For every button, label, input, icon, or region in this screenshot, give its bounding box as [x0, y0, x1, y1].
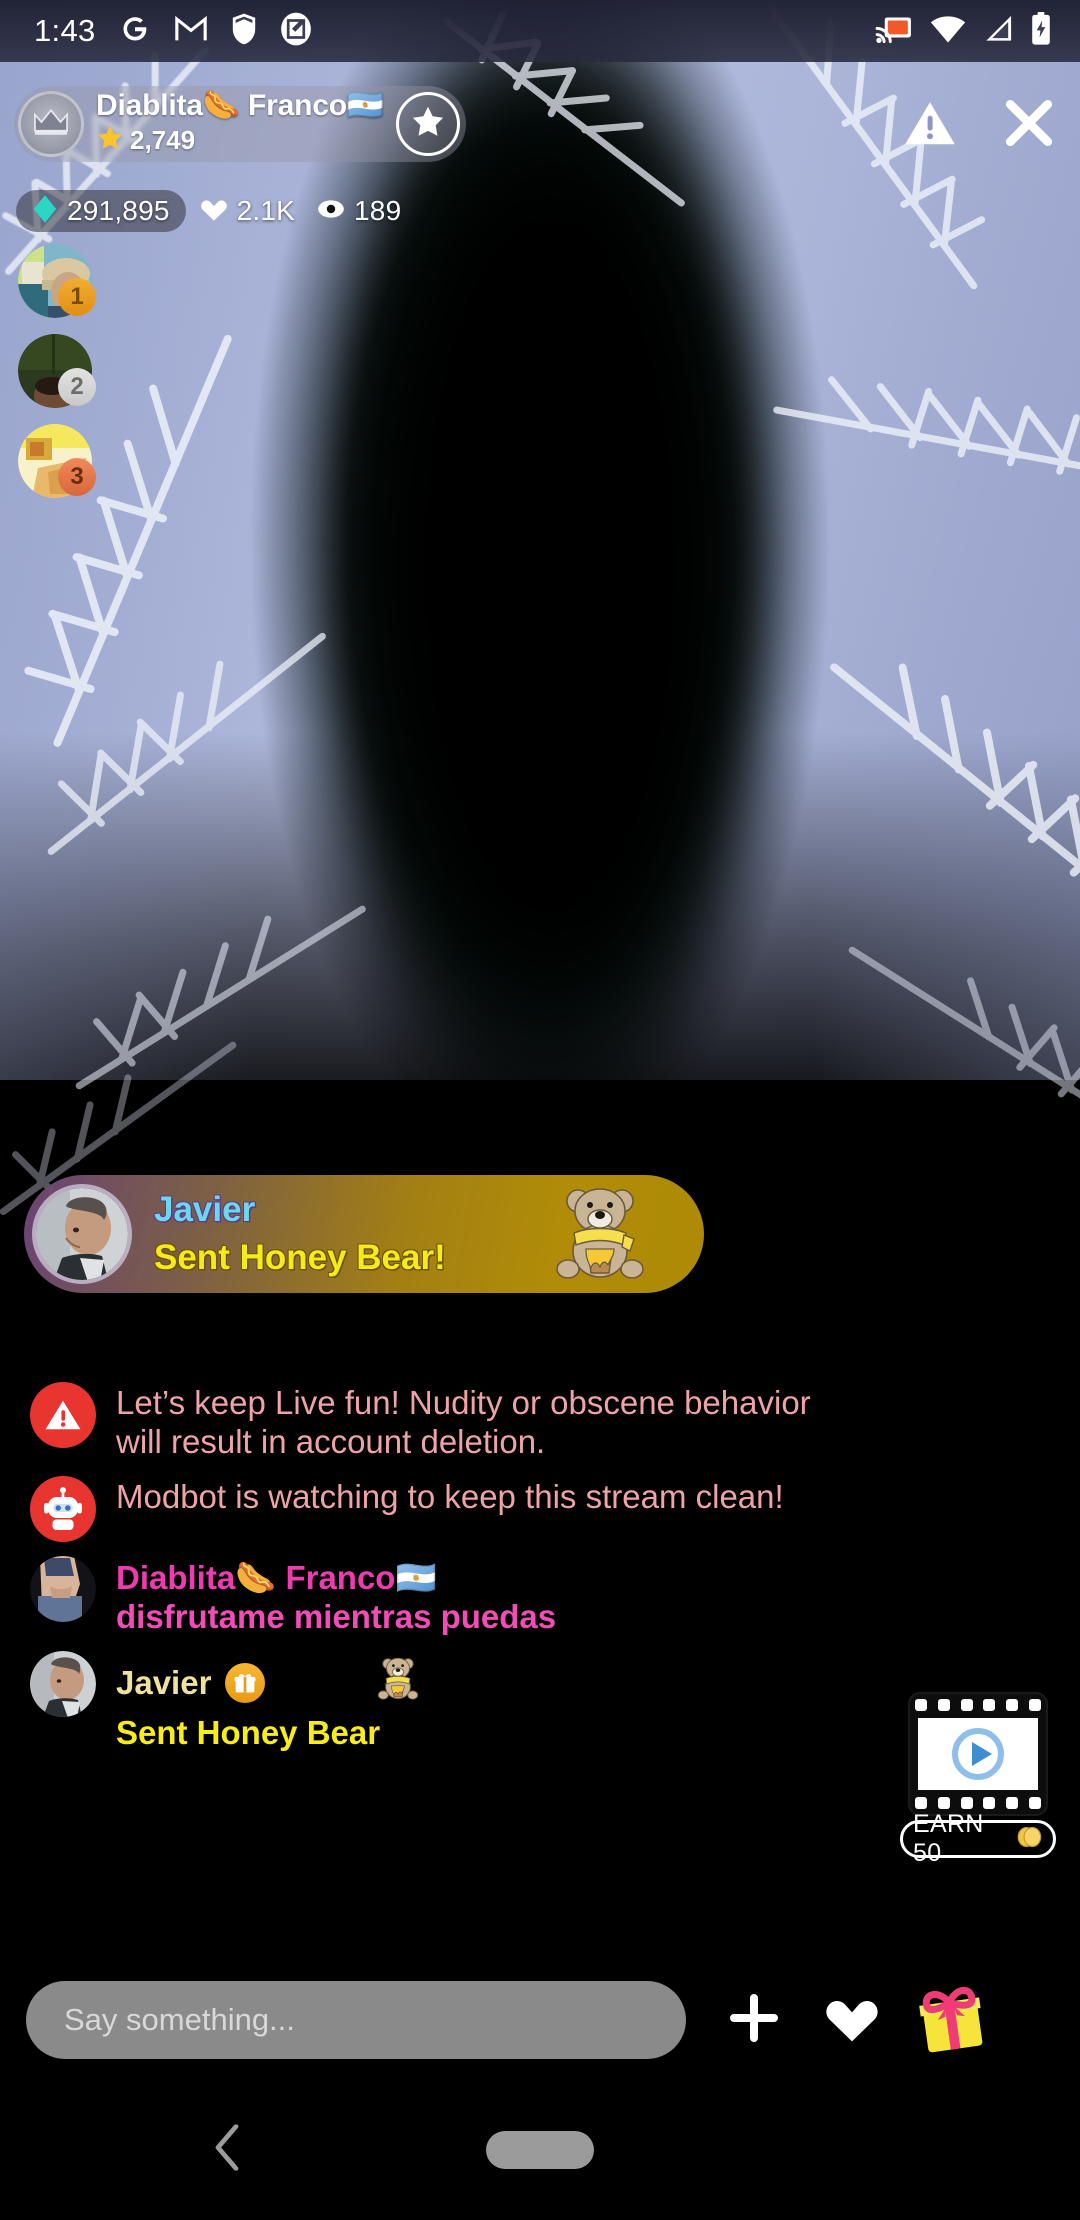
coin-icon [1017, 1826, 1043, 1853]
wifi-icon [930, 14, 966, 49]
film-perforations-bottom [910, 1792, 1046, 1814]
chat-body: Javier Sent Honey Bear [116, 1651, 421, 1754]
chat-username: Javier [116, 1664, 212, 1702]
host-avatar[interactable] [18, 91, 84, 157]
host-info-chip[interactable]: Diablita🌭 Franco🇦🇷 2,749 [14, 86, 467, 162]
chat-row[interactable]: Diablita🌭 Franco🇦🇷 disfrutame mientras p… [30, 1555, 910, 1637]
avatar [32, 1184, 132, 1284]
gmail-icon [174, 14, 208, 49]
gift-notification-banner[interactable]: Javier Sent Honey Bear! [24, 1175, 704, 1293]
status-bar-clock: 1:43 [34, 13, 96, 48]
host-star-row: 2,749 [96, 124, 384, 157]
plus-icon [726, 1990, 782, 2051]
earn-coins-button[interactable]: EARN 50 [900, 1810, 1056, 1867]
status-bar-right [874, 11, 1080, 51]
live-stream-screen: 1:43 Diablita🌭 Franco🇦🇷 2,749 291,895 2.… [0, 0, 1080, 2220]
follow-button[interactable] [396, 92, 461, 156]
earn-label: EARN 50 [913, 1810, 984, 1867]
like-button[interactable] [812, 1992, 892, 2049]
like-stat: 2.1K [200, 195, 295, 227]
chat-username-row: Javier [116, 1653, 421, 1712]
diamond-count: 291,895 [67, 195, 170, 226]
diamond-stat[interactable]: 291,895 [16, 190, 186, 232]
gift-banner-text: Javier Sent Honey Bear! [154, 1190, 446, 1278]
android-status-bar: 1:43 [0, 0, 1080, 62]
stream-stats: 291,895 2.1K 189 [16, 190, 401, 232]
chat-message-text: disfrutame mientras puedas [116, 1598, 557, 1636]
system-warning-text: Let’s keep Live fun! Nudity or obscene b… [116, 1384, 811, 1460]
warning-triangle-icon[interactable] [904, 99, 956, 152]
google-icon [118, 12, 152, 51]
avatar[interactable] [30, 1651, 96, 1718]
chat-body: Diablita🌭 Franco🇦🇷 disfrutame mientras p… [116, 1556, 556, 1637]
send-gift-button[interactable] [906, 1979, 998, 2062]
star-icon [96, 124, 124, 157]
status-bar-left: 1:43 [0, 12, 312, 51]
shield-icon [230, 12, 258, 51]
chat-message-list[interactable]: Let’s keep Live fun! Nudity or obscene b… [30, 1382, 910, 1754]
robot-icon [30, 1475, 96, 1542]
host-text-block: Diablita🌭 Franco🇦🇷 2,749 [96, 88, 385, 158]
leaderboard-item[interactable]: 2 [18, 334, 96, 408]
chat-gift-text: Sent Honey Bear [116, 1714, 381, 1752]
chat-input-bar: Say something... [0, 1960, 1080, 2080]
chat-row: Let’s keep Live fun! Nudity or obscene b… [30, 1382, 910, 1462]
top-viewers-leaderboard: 1 2 3 [18, 244, 96, 498]
chat-username: Diablita🌭 Franco🇦🇷 [116, 1558, 437, 1596]
chat-body: Let’s keep Live fun! Nudity or obscene b… [116, 1382, 836, 1462]
film-screen [918, 1718, 1038, 1790]
rank-badge: 3 [58, 458, 96, 496]
like-count: 2.1K [236, 195, 296, 226]
engagement-stats: 2.1K 189 [200, 195, 402, 227]
gift-sender-name: Javier [154, 1190, 256, 1229]
warning-circle-icon [30, 1382, 96, 1448]
chat-input-placeholder: Say something... [64, 2002, 295, 2037]
film-perforations-top [910, 1694, 1046, 1716]
back-chevron-icon[interactable] [214, 2124, 240, 2176]
avatar[interactable] [30, 1555, 96, 1622]
eye-icon [317, 197, 345, 226]
rank-badge: 2 [58, 368, 96, 406]
battery-charging-icon [1030, 11, 1052, 51]
chat-body: Modbot is watching to keep this stream c… [116, 1476, 784, 1517]
add-button[interactable] [714, 1990, 794, 2051]
star-icon [410, 104, 446, 145]
earn-coins-widget[interactable]: EARN 50 [900, 1694, 1056, 1867]
leaderboard-item[interactable]: 1 [18, 244, 96, 318]
cellular-signal-icon [982, 14, 1014, 49]
android-navigation-bar [0, 2080, 1080, 2220]
rank-badge: 1 [58, 278, 96, 316]
crown-icon [32, 107, 70, 142]
chat-row[interactable]: Javier Sent Honey Bear [30, 1651, 910, 1754]
host-username: Diablita🌭 Franco🇦🇷 [96, 88, 385, 122]
viewer-stat: 189 [317, 195, 401, 227]
heart-icon [824, 1992, 880, 2049]
gift-badge-icon [225, 1662, 266, 1703]
cast-icon [874, 12, 914, 51]
video-film-play-icon [910, 1694, 1046, 1814]
modbot-text: Modbot is watching to keep this stream c… [116, 1477, 784, 1515]
chat-row: Modbot is watching to keep this stream c… [30, 1475, 910, 1542]
chat-input-field[interactable]: Say something... [26, 1981, 686, 2059]
frond-decoration [821, 915, 1080, 1135]
top-right-actions [904, 96, 1056, 155]
gift-action-text: Sent Honey Bear! [154, 1238, 446, 1277]
host-star-count: 2,749 [130, 125, 196, 156]
note-icon [280, 12, 312, 51]
viewer-count: 189 [354, 195, 402, 226]
honey-bear-icon [550, 1179, 650, 1290]
diamond-icon [32, 194, 58, 229]
honey-bear-icon [375, 1653, 421, 1712]
leaderboard-item[interactable]: 3 [18, 424, 96, 498]
gift-box-icon [913, 1979, 991, 2062]
home-pill-icon[interactable] [486, 2131, 594, 2169]
close-icon[interactable] [1002, 96, 1056, 155]
heart-icon [200, 196, 228, 227]
